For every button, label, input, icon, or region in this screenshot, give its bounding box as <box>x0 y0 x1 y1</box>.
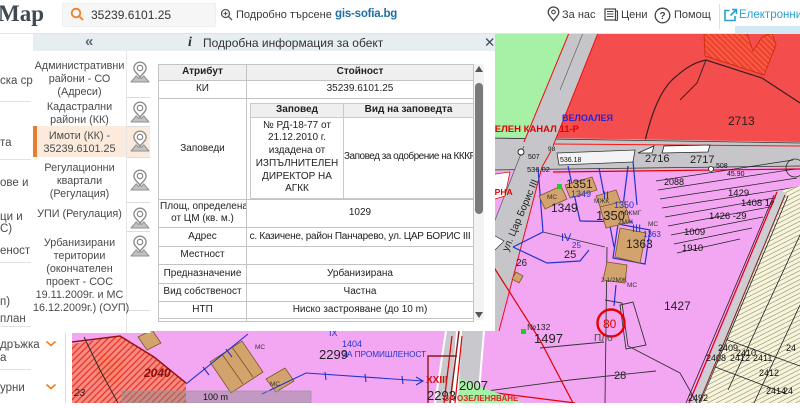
svg-text:507: 507 <box>528 154 540 161</box>
svg-text:2492: 2492 <box>688 393 708 403</box>
svg-text:МС: МС <box>627 282 637 289</box>
svg-text:1349: 1349 <box>571 189 591 199</box>
svg-text:ЗА ПРОМИШЛЕНОСТ: ЗА ПРОМИШЛЕНОСТ <box>342 350 426 359</box>
svg-text:2411: 2411 <box>753 353 772 363</box>
svg-text:24: 24 <box>783 386 793 396</box>
svg-text:1009: 1009 <box>684 227 705 238</box>
svg-text:2007: 2007 <box>459 378 488 393</box>
svg-text:2040: 2040 <box>143 366 171 380</box>
svg-text:?: ? <box>659 11 665 22</box>
svg-text:1910: 1910 <box>682 243 703 254</box>
svg-text:МЖМГ: МЖМГ <box>621 210 642 217</box>
svg-text:1426 -29: 1426 -29 <box>709 211 747 222</box>
svg-text:2717: 2717 <box>690 154 714 166</box>
svg-text:1349: 1349 <box>551 201 578 215</box>
svg-text:2412: 2412 <box>730 353 750 363</box>
svg-text:IV: IV <box>561 232 572 244</box>
svg-text:2МЖ: 2МЖ <box>618 219 633 226</box>
svg-text:2408: 2408 <box>706 353 726 363</box>
svg-text:1429: 1429 <box>728 188 749 199</box>
svg-text:24: 24 <box>786 343 796 353</box>
svg-text:МС: МС <box>648 221 658 228</box>
svg-text:1497: 1497 <box>534 331 563 346</box>
svg-text:МС: МС <box>270 381 280 388</box>
svg-text:ВЕЛОАЛЕЯ: ВЕЛОАЛЕЯ <box>562 113 613 123</box>
svg-text:26: 26 <box>516 258 528 269</box>
svg-text:2412: 2412 <box>759 368 779 378</box>
svg-text:1427: 1427 <box>664 299 691 313</box>
svg-text:100 m: 100 m <box>203 392 228 402</box>
svg-text:80: 80 <box>603 317 617 331</box>
svg-text:III: III <box>632 223 641 235</box>
svg-text:ЗА ОЗЕЛЕНЯВАНЕ: ЗА ОЗЕЛЕНЯВАНЕ <box>444 394 519 403</box>
svg-text:2 1/2МЖ: 2 1/2МЖ <box>601 277 627 284</box>
svg-text:2713: 2713 <box>728 114 755 128</box>
svg-text:МЖК: МЖК <box>594 198 609 205</box>
svg-text:Пло: Пло <box>594 333 613 344</box>
svg-text:2716: 2716 <box>645 153 669 165</box>
svg-text:1363: 1363 <box>626 237 653 251</box>
svg-text:536.18: 536.18 <box>560 157 582 164</box>
svg-text:МС: МС <box>547 194 557 201</box>
svg-text:28: 28 <box>614 370 626 382</box>
svg-text:23: 23 <box>73 388 86 399</box>
svg-text:25: 25 <box>564 249 576 261</box>
svg-text:ТЕЛЕН КАНАЛ 11-Р: ТЕЛЕН КАНАЛ 11-Р <box>489 124 580 135</box>
svg-text:508: 508 <box>716 163 728 170</box>
svg-text:98: 98 <box>548 146 556 153</box>
svg-text:МС: МС <box>255 344 265 351</box>
svg-text:XXIII: XXIII <box>426 375 448 386</box>
